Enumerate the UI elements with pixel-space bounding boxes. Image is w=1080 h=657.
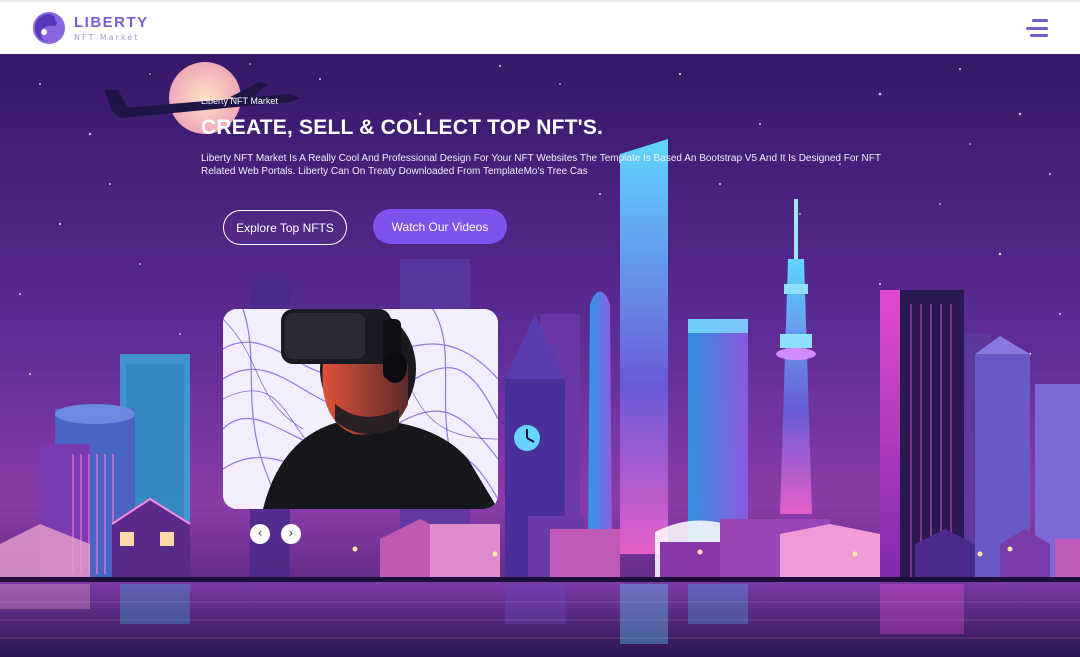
hamburger-menu-icon[interactable]: [1024, 19, 1048, 37]
hero-title: CREATE, SELL & COLLECT TOP NFT'S.: [201, 116, 604, 139]
carousel-next-button[interactable]: ›: [281, 524, 301, 544]
hero-section: Liberty NFT Market CREATE, SELL & COLLEC…: [0, 54, 1080, 657]
liberty-logo-icon: [33, 12, 65, 44]
hero-description: Liberty NFT Market Is A Really Cool And …: [201, 153, 881, 177]
brand-logo[interactable]: LIBERTY NFT Market: [32, 11, 149, 45]
watch-our-videos-button[interactable]: Watch Our Videos: [373, 209, 507, 244]
navbar: LIBERTY NFT Market: [0, 0, 1080, 54]
explore-top-nfts-button[interactable]: Explore Top NFTS: [223, 210, 347, 245]
carousel-image-card[interactable]: [223, 309, 498, 509]
brand-name: LIBERTY: [74, 13, 149, 31]
brand-subtitle: NFT Market: [74, 32, 140, 42]
hero-kicker: Liberty NFT Market: [201, 96, 278, 106]
hero-content: Liberty NFT Market CREATE, SELL & COLLEC…: [201, 96, 901, 178]
vr-headset-portrait: [223, 309, 498, 509]
carousel-prev-button[interactable]: ‹: [250, 524, 270, 544]
